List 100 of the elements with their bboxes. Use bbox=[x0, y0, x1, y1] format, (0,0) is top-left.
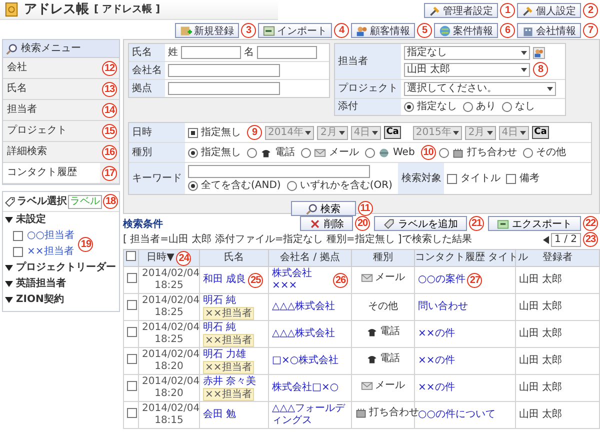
app-title: アドレス帳 bbox=[24, 4, 89, 16]
callout-number: 22 bbox=[583, 216, 598, 231]
radio-button[interactable] bbox=[463, 102, 473, 112]
toolbar-button[interactable]: 個人設定 bbox=[517, 3, 581, 18]
radio-button[interactable] bbox=[404, 102, 414, 112]
select-all-checkbox[interactable] bbox=[126, 251, 136, 261]
table-cell: 山田 太郎 bbox=[516, 374, 600, 402]
radio-button[interactable] bbox=[188, 148, 198, 158]
label-panel-title: ラベル選択 bbox=[17, 196, 67, 208]
column-header[interactable]: 日時▼ bbox=[146, 252, 174, 264]
toolbar-button[interactable]: 管理者設定 bbox=[424, 3, 498, 18]
checkbox[interactable] bbox=[188, 128, 198, 138]
title-link[interactable]: ××の件 bbox=[418, 328, 455, 340]
input-field[interactable] bbox=[168, 82, 280, 95]
sidebar-item[interactable]: 詳細検索 bbox=[3, 142, 100, 162]
tree-item[interactable]: 未設定 bbox=[16, 214, 46, 226]
action-button[interactable]: 削除 bbox=[300, 216, 353, 231]
name-link[interactable]: 赤井 奈々美 bbox=[203, 376, 256, 388]
row-checkbox[interactable] bbox=[127, 408, 137, 418]
callout-number: 6 bbox=[500, 23, 515, 38]
sidebar-item[interactable]: 氏名 bbox=[3, 79, 100, 99]
checkbox[interactable] bbox=[447, 174, 458, 184]
table-cell-text: 18:25 bbox=[154, 307, 184, 319]
radio-button[interactable] bbox=[301, 148, 311, 158]
row-checkbox[interactable] bbox=[127, 300, 137, 310]
expanded-arrow-icon[interactable] bbox=[5, 217, 13, 223]
radio-button[interactable] bbox=[438, 148, 449, 158]
action-button[interactable]: エクスポート bbox=[488, 216, 581, 231]
option-label: メール bbox=[329, 146, 359, 158]
radio-button[interactable] bbox=[286, 181, 297, 191]
staff-picker-button[interactable] bbox=[533, 47, 545, 59]
company-link[interactable]: 株式会社××× bbox=[272, 268, 331, 292]
callout-number: 23 bbox=[583, 232, 598, 247]
radio-button[interactable] bbox=[365, 148, 375, 158]
name-link[interactable]: 明石 力雄 bbox=[203, 348, 246, 360]
field-label: キーワード bbox=[129, 163, 185, 194]
toolbar-button[interactable]: 新規登録 bbox=[175, 23, 239, 38]
option-label: 指定無し bbox=[201, 146, 241, 158]
table-cell: 電話 bbox=[380, 326, 400, 338]
row-checkbox[interactable] bbox=[127, 381, 137, 391]
dropdown[interactable]: 選択してください。 bbox=[404, 82, 556, 96]
input-field[interactable] bbox=[257, 46, 317, 59]
checkbox[interactable] bbox=[13, 231, 23, 241]
sidebar-item[interactable]: コンタクト履歴 bbox=[3, 163, 100, 183]
sidebar-item[interactable]: 担当者 bbox=[3, 100, 100, 120]
radio-button[interactable] bbox=[522, 148, 533, 158]
notepad-icon bbox=[452, 146, 464, 158]
title-link[interactable]: ××の件 bbox=[418, 382, 455, 394]
search-button[interactable]: 検索 bbox=[290, 201, 356, 216]
title-link[interactable]: ××の件 bbox=[418, 355, 455, 367]
callout-number: 5 bbox=[417, 23, 432, 38]
tree-item[interactable]: ZION契約 bbox=[16, 294, 64, 306]
radio-button[interactable] bbox=[247, 148, 257, 158]
input-field[interactable] bbox=[168, 64, 280, 77]
tools-icon bbox=[429, 4, 441, 16]
sidebar-item[interactable]: プロジェクト bbox=[3, 121, 100, 141]
globe-icon bbox=[439, 24, 451, 36]
globe-icon bbox=[378, 146, 390, 158]
checkbox[interactable] bbox=[13, 247, 23, 257]
tree-item[interactable]: ○○担当者 bbox=[27, 230, 74, 242]
toolbar-button[interactable]: インポート bbox=[258, 23, 332, 38]
expanded-arrow-icon[interactable] bbox=[5, 297, 13, 303]
table-cell: その他 bbox=[368, 301, 398, 313]
tree-item[interactable]: ××担当者 bbox=[27, 246, 74, 258]
action-button[interactable]: ラベルを追加 bbox=[374, 216, 467, 231]
sidebar-item[interactable]: 会社 bbox=[3, 58, 100, 78]
input-field[interactable] bbox=[181, 46, 241, 59]
menu-title: 検索メニュー bbox=[21, 42, 81, 54]
name-link[interactable]: 明石 純 bbox=[203, 322, 236, 334]
column-header[interactable]: コンタクト履歴 タイトル bbox=[415, 252, 528, 264]
row-checkbox[interactable] bbox=[127, 273, 137, 283]
option-label: その他 bbox=[536, 146, 566, 158]
title-link[interactable]: ○○の案件 bbox=[418, 274, 466, 286]
field-label: 種別 bbox=[129, 143, 185, 162]
toolbar-button[interactable]: 顧客情報 bbox=[351, 23, 415, 38]
tree-item[interactable]: プロジェクトリーダー bbox=[16, 262, 116, 274]
callout-number: 18 bbox=[103, 194, 118, 209]
field-label: 姓 bbox=[168, 46, 178, 58]
radio-button[interactable] bbox=[502, 102, 512, 112]
radio-button[interactable] bbox=[188, 181, 198, 191]
tree-item[interactable]: 英語担当者 bbox=[16, 278, 66, 290]
toolbar-button[interactable]: 会社情報 bbox=[517, 23, 581, 38]
row-checkbox[interactable] bbox=[127, 354, 137, 364]
name-link[interactable]: 和田 成良 bbox=[203, 274, 246, 286]
dropdown[interactable]: 指定なし bbox=[404, 46, 530, 60]
callout-number: 11 bbox=[358, 201, 372, 216]
calendar-button[interactable]: Ca bbox=[532, 126, 549, 139]
calendar-button[interactable]: Ca bbox=[384, 126, 401, 139]
dropdown[interactable]: 山田 太郎 bbox=[404, 62, 530, 76]
section-title: 検索条件 bbox=[123, 219, 163, 231]
field-label: 名 bbox=[244, 46, 254, 58]
page-number: 1 / 2 bbox=[550, 232, 581, 246]
row-checkbox[interactable] bbox=[127, 327, 137, 337]
checkbox[interactable] bbox=[506, 174, 516, 184]
expanded-arrow-icon[interactable] bbox=[5, 265, 13, 271]
toolbar-button[interactable]: 案件情報 bbox=[434, 23, 498, 38]
expanded-arrow-icon[interactable] bbox=[5, 281, 13, 287]
input-field[interactable] bbox=[188, 165, 370, 178]
column-header[interactable]: 登録者 bbox=[542, 252, 572, 264]
name-link[interactable]: 明石 純 bbox=[203, 294, 236, 306]
